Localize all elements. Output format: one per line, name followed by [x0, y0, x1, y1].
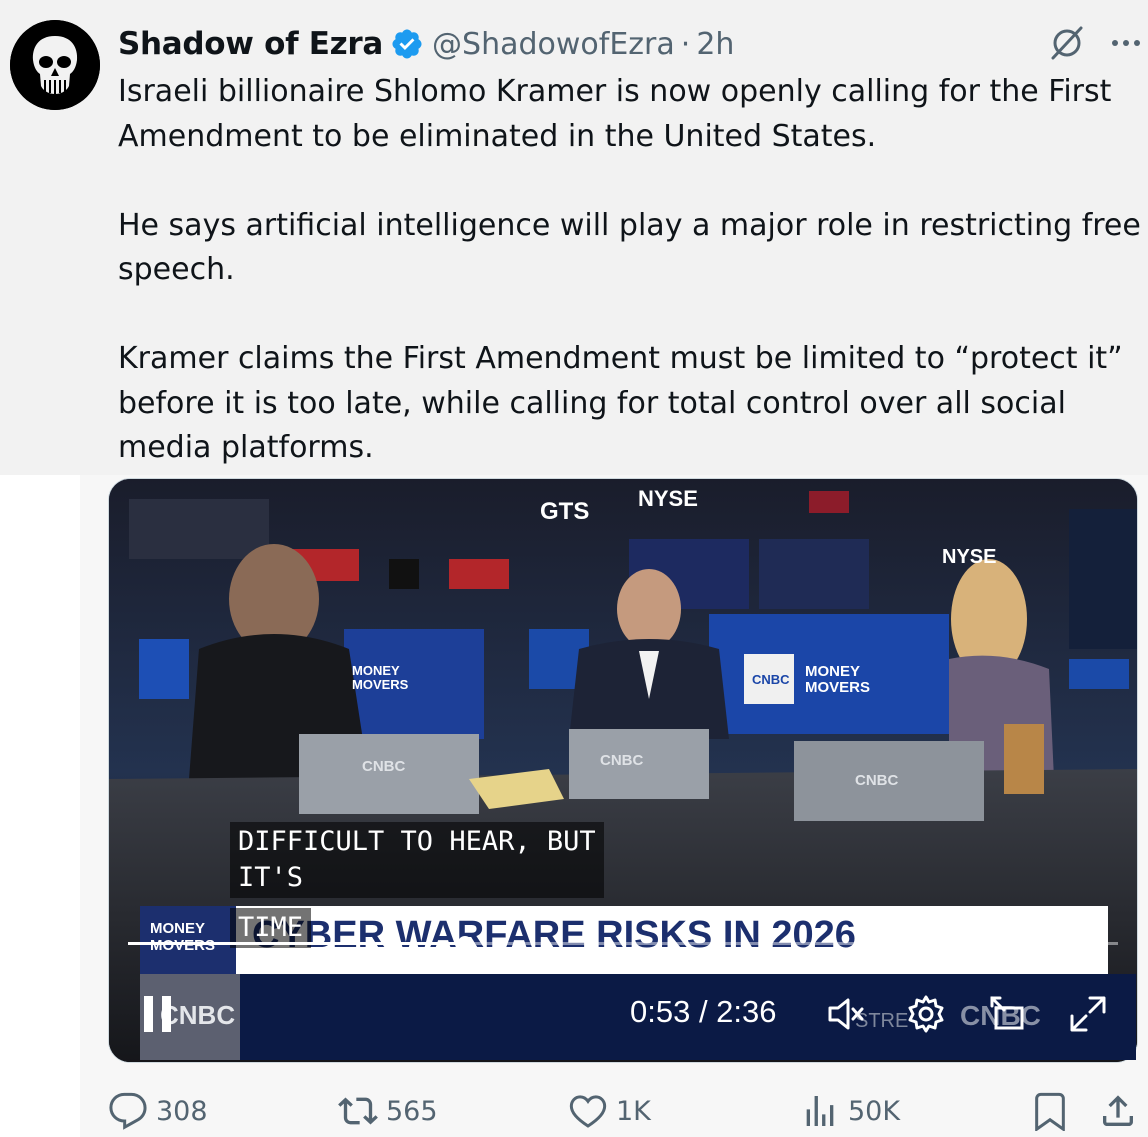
laptop-cnbc-logo-1: CNBC — [362, 758, 406, 775]
lower-third-headline: CYBER WARFARE RISKS IN 2026 — [252, 914, 856, 956]
nyse-sign-right: NYSE — [942, 546, 997, 568]
video-progress-handle[interactable] — [458, 936, 472, 950]
tweet-text-line: Israeli billionaire Shlomo Kramer is now… — [118, 74, 1112, 109]
grok-icon[interactable] — [1048, 24, 1086, 62]
tweet-action-bar: 308 565 1K 50K — [0, 1086, 1148, 1136]
repost-icon — [338, 1097, 378, 1125]
bookmark-icon[interactable] — [1030, 1091, 1070, 1131]
more-icon[interactable] — [1108, 28, 1144, 58]
laptop-cnbc-logo-2: CNBC — [600, 752, 644, 769]
views-button[interactable]: 50K — [800, 1086, 900, 1136]
cnbc-sign: CNBC — [752, 672, 790, 687]
views-count: 50K — [848, 1095, 901, 1127]
tweet-text-line: Amendment to be eliminated in the United… — [118, 118, 877, 154]
tweet-author-line: Shadow of Ezra @ShadowofEzra · 2h — [118, 22, 734, 66]
tweet-text-line: speech. — [118, 252, 235, 287]
views-icon — [806, 1096, 834, 1126]
tweet-text-line: Kramer claims the First Amendment must b… — [118, 341, 1123, 376]
reply-button[interactable]: 308 — [108, 1086, 208, 1136]
volume-muted-icon[interactable] — [826, 994, 866, 1034]
like-button[interactable]: 1K — [568, 1086, 651, 1136]
like-count: 1K — [616, 1095, 651, 1127]
heart-icon — [569, 1095, 607, 1128]
author-handle[interactable]: @ShadowofEzra — [432, 27, 675, 62]
picture-in-picture-icon[interactable] — [988, 994, 1028, 1034]
lower-third-tag: MONEY MOVERS — [140, 906, 236, 974]
punisher-skull-icon — [10, 20, 100, 110]
lower-third-tag-line2: MOVERS — [150, 937, 216, 954]
repost-button[interactable]: 565 — [338, 1086, 438, 1136]
tweet-text-line: media platforms. — [118, 430, 374, 465]
author-display-name[interactable]: Shadow of Ezra — [118, 26, 383, 62]
laptop-cnbc-logo-3: CNBC — [855, 772, 899, 789]
caption-line-1: DIFFICULT TO HEAR, BUT — [238, 826, 596, 857]
money-movers-sign-left-line1: MONEY — [352, 663, 400, 678]
share-icon[interactable] — [1098, 1091, 1138, 1131]
money-movers-sign-left: MONEY MOVERS — [352, 664, 408, 692]
reply-count: 308 — [156, 1095, 208, 1127]
video-progress-fill — [128, 942, 465, 945]
money-movers-sign-left-line2: MOVERS — [352, 677, 409, 692]
settings-gear-icon[interactable] — [906, 994, 946, 1034]
pause-icon[interactable] — [140, 994, 176, 1034]
separator-dot: · — [680, 26, 691, 62]
tweet-timestamp[interactable]: 2h — [696, 27, 734, 62]
avatar[interactable] — [10, 20, 100, 110]
money-movers-sign-line2: MOVERS — [805, 679, 871, 696]
lower-third-tag-line1: MONEY — [150, 920, 206, 937]
tweet-text-line: He says artificial intelligence will pla… — [118, 207, 1141, 243]
nyse-sign: NYSE — [638, 486, 698, 511]
caption-line-2: IT'S — [238, 862, 304, 893]
gts-sign: GTS — [540, 498, 590, 525]
tweet-text-line: before it is too late, while calling for… — [118, 385, 1066, 421]
reply-icon — [109, 1092, 147, 1130]
tweet-body: Israeli billionaire Shlomo Kramer is now… — [118, 70, 1143, 471]
video-caption: DIFFICULT TO HEAR, BUT IT'S — [230, 822, 604, 898]
video-time-readout: 0:53 / 2:36 — [630, 994, 777, 1029]
repost-count: 565 — [386, 1095, 438, 1127]
verified-badge-icon[interactable] — [390, 27, 424, 61]
money-movers-sign: MONEY MOVERS — [805, 664, 870, 696]
money-movers-sign-line1: MONEY — [805, 663, 861, 680]
fullscreen-icon[interactable] — [1068, 994, 1108, 1034]
